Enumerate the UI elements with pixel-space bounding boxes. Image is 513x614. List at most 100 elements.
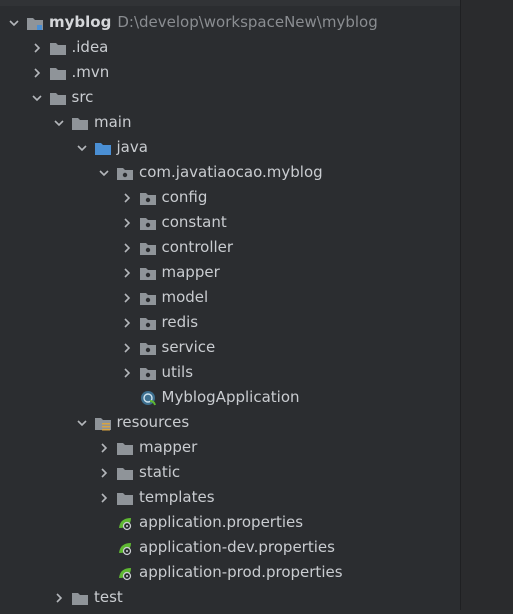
package-icon (139, 340, 157, 356)
tree-row[interactable]: static (0, 460, 513, 485)
package-icon (139, 190, 157, 206)
package-icon (139, 215, 157, 231)
tree-row[interactable]: model (0, 285, 513, 310)
tree-row[interactable]: resources (0, 410, 513, 435)
tree-row[interactable]: templates (0, 485, 513, 510)
chevron-right-icon[interactable] (96, 465, 112, 481)
bottom-edge (0, 610, 513, 614)
tree-item-label: static (139, 463, 181, 481)
chevron-right-icon[interactable] (119, 215, 135, 231)
tree-row[interactable]: .mvn (0, 60, 489, 85)
tree-item-label: mapper (139, 438, 198, 456)
tree-row[interactable]: .idea (0, 35, 489, 60)
tree-row[interactable]: mapper (0, 260, 513, 285)
chevron-down-icon[interactable] (96, 165, 112, 181)
tree-row-root[interactable]: myblog D:\develop\workspaceNew\myblog (0, 10, 466, 35)
tree-item-label: .idea (71, 38, 109, 56)
chevron-right-icon[interactable] (119, 240, 135, 256)
tree-row[interactable]: service (0, 335, 513, 360)
project-tool-window: myblog D:\develop\workspaceNew\myblog .i… (0, 0, 460, 610)
package-icon (139, 290, 157, 306)
tree-item-label: main (94, 113, 132, 131)
tree-item-label: service (161, 338, 216, 356)
tree-row[interactable]: mapper (0, 435, 513, 460)
chevron-right-icon[interactable] (96, 440, 112, 456)
tree-row[interactable]: com.javatiaocao.myblog (0, 160, 513, 185)
tree-row[interactable]: constant (0, 210, 513, 235)
tree-row[interactable]: application.properties (0, 510, 513, 535)
tree-item-label: templates (139, 488, 215, 506)
tree-item-label: application-dev.properties (139, 538, 335, 556)
tree-row[interactable]: main (0, 110, 511, 135)
chevron-right-icon[interactable] (119, 290, 135, 306)
tree-row[interactable]: MyblogApplication (0, 385, 513, 410)
package-icon (139, 265, 157, 281)
chevron-right-icon[interactable] (119, 340, 135, 356)
top-edge (0, 0, 460, 6)
package-icon (139, 365, 157, 381)
tree-item-label: java (116, 138, 148, 156)
tree-item-label: model (161, 288, 209, 306)
tree-item-label: controller (161, 238, 234, 256)
right-tool-strip (460, 0, 513, 614)
chevron-right-icon[interactable] (29, 65, 45, 81)
tree-item-label: test (94, 588, 123, 606)
project-name: myblog (49, 13, 112, 31)
chevron-right-icon[interactable] (119, 365, 135, 381)
tree-item-label: application-prod.properties (139, 563, 343, 581)
chevron-down-icon[interactable] (74, 415, 90, 431)
tree-item-label: mapper (161, 263, 220, 281)
chevron-right-icon[interactable] (119, 190, 135, 206)
chevron-right-icon[interactable] (96, 490, 112, 506)
folder-icon (71, 115, 89, 131)
tree-item-label: MyblogApplication (161, 388, 300, 406)
module-folder-icon (26, 15, 44, 31)
tree-item-label: config (161, 188, 208, 206)
tree-row[interactable]: application-prod.properties (0, 560, 513, 585)
chevron-down-icon[interactable] (6, 15, 22, 31)
tree-row[interactable]: config (0, 185, 513, 210)
package-icon (139, 240, 157, 256)
tree-row[interactable]: redis (0, 310, 513, 335)
tree-item-label: resources (116, 413, 190, 431)
tree-row[interactable]: utils (0, 360, 513, 385)
tree-row[interactable]: src (0, 85, 489, 110)
spring-class-icon (139, 390, 157, 406)
project-path: D:\develop\workspaceNew\myblog (117, 13, 378, 31)
tree-item-label: application.properties (139, 513, 304, 531)
tree-item-label: redis (161, 313, 199, 331)
folder-icon (49, 65, 67, 81)
folder-icon (116, 465, 134, 481)
tree-row[interactable]: application-dev.properties (0, 535, 513, 560)
tree-item-label: utils (161, 363, 194, 381)
tree-item-label: .mvn (71, 63, 110, 81)
package-icon (116, 165, 134, 181)
resources-folder-icon (94, 415, 112, 431)
chevron-right-icon[interactable] (119, 315, 135, 331)
tree-item-label: com.javatiaocao.myblog (139, 163, 323, 181)
chevron-right-icon[interactable] (119, 265, 135, 281)
chevron-down-icon[interactable] (29, 90, 45, 106)
chevron-down-icon[interactable] (74, 140, 90, 156)
folder-icon (71, 590, 89, 606)
source-folder-icon (94, 140, 112, 156)
tree-row[interactable]: java (0, 135, 513, 160)
spring-properties-icon (116, 540, 134, 556)
chevron-right-icon[interactable] (29, 40, 45, 56)
folder-icon (49, 40, 67, 56)
tree-row[interactable]: controller (0, 235, 513, 260)
tree-item-label: src (71, 88, 94, 106)
chevron-down-icon[interactable] (51, 115, 67, 131)
package-icon (139, 315, 157, 331)
folder-icon (116, 440, 134, 456)
chevron-right-icon[interactable] (51, 590, 67, 606)
spring-properties-icon (116, 565, 134, 581)
folder-icon (116, 490, 134, 506)
tree-row[interactable]: test (0, 585, 511, 610)
tree-item-label: constant (161, 213, 227, 231)
folder-icon (49, 90, 67, 106)
